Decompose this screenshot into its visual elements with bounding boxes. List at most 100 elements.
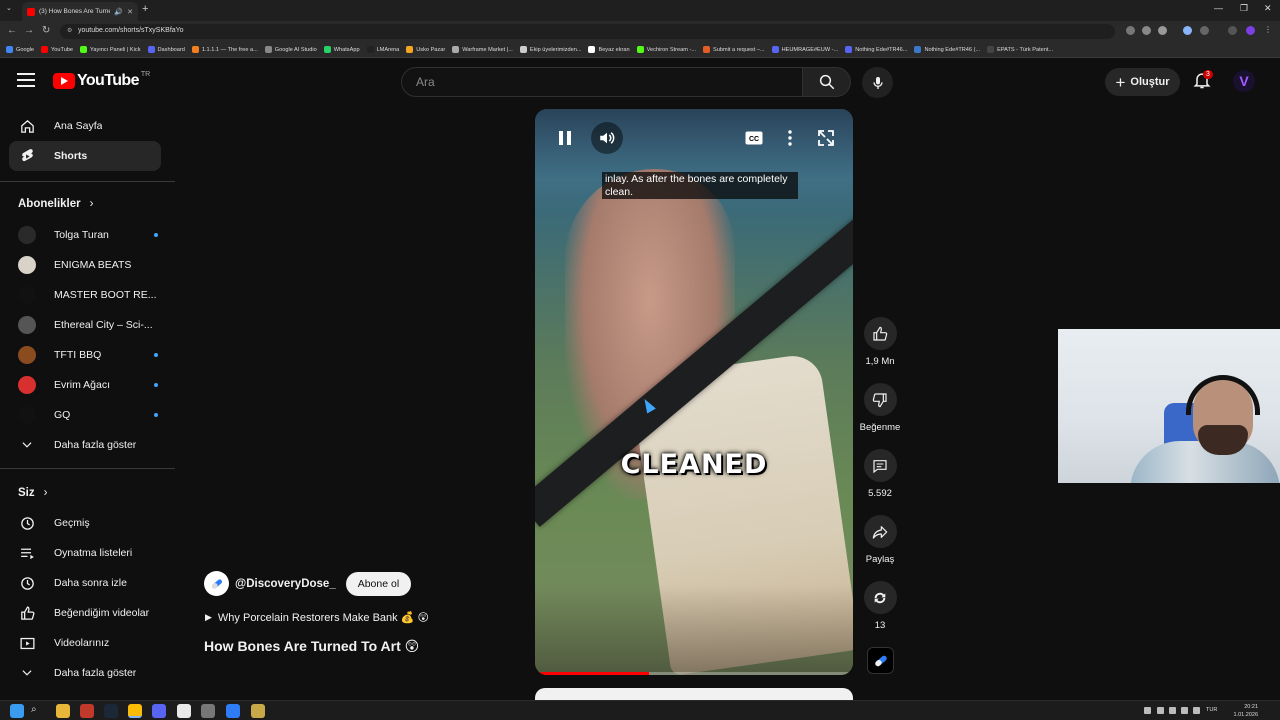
install-app-icon[interactable] <box>1126 26 1135 35</box>
dislike-button[interactable]: Beğenme <box>858 383 902 433</box>
sidebar-subscription-item[interactable]: Evrim Ağacı <box>9 370 161 400</box>
file-explorer-icon[interactable] <box>56 704 70 718</box>
bookmark-item[interactable]: Yayıncı Paneli | Kick <box>80 46 141 53</box>
sidebar-subscription-item[interactable]: TFTI BBQ <box>9 340 161 370</box>
audio-track-button[interactable] <box>867 647 894 674</box>
sidebar-item-your-videos[interactable]: Videolarınız <box>9 628 161 658</box>
sidebar-subscription-item[interactable]: MASTER BOOT RE... <box>9 280 161 310</box>
sidebar-item-liked-videos[interactable]: Beğendiğim videolar <box>9 598 161 628</box>
sidebar-subscription-item[interactable]: Ethereal City – Sci-... <box>9 310 161 340</box>
app-grey-icon[interactable] <box>201 704 215 718</box>
sidebar-item-watch-later[interactable]: Daha sonra izle <box>9 568 161 598</box>
tab-audio-icon[interactable]: 🔊 <box>114 8 123 16</box>
short-title[interactable]: How Bones Are Turned To Art 😲 <box>204 638 419 655</box>
bookmark-item[interactable]: Google AI Studio <box>264 46 317 53</box>
share-button[interactable]: Paylaş <box>858 515 902 565</box>
app-white-icon[interactable] <box>177 704 191 718</box>
app-blue-icon[interactable] <box>226 704 240 718</box>
profile-avatar-icon[interactable] <box>1246 26 1255 35</box>
you-header[interactable]: Siz › <box>18 487 47 499</box>
tray-app-icon[interactable] <box>1157 707 1164 714</box>
channel-avatar[interactable] <box>204 571 229 596</box>
taskbar-search-icon[interactable]: ⌕ <box>31 704 45 718</box>
youtube-logo[interactable]: YouTube TR <box>53 71 150 90</box>
sidebar-item-shorts[interactable]: Shorts <box>9 141 161 171</box>
tray-chevron-icon[interactable] <box>1144 707 1151 714</box>
steam-icon[interactable] <box>104 704 118 718</box>
bookmark-item[interactable]: Google <box>6 46 34 53</box>
guide-menu-button[interactable] <box>17 73 35 89</box>
bookmark-item[interactable]: Ekip üyelerimizden... <box>519 46 581 53</box>
bookmark-item[interactable]: HEUMRAGE#EUW -... <box>771 46 838 53</box>
search-input[interactable] <box>416 75 802 89</box>
extensions-puzzle-icon[interactable] <box>1200 26 1209 35</box>
subscriptions-header[interactable]: Abonelikler › <box>18 198 93 210</box>
tray-app-icon[interactable] <box>1181 707 1188 714</box>
back-icon[interactable]: ← <box>7 25 17 36</box>
chrome-icon[interactable] <box>128 704 142 718</box>
app-gold-icon[interactable] <box>251 704 265 718</box>
bookmark-item[interactable]: Dashboard <box>147 46 185 53</box>
speaker-icon[interactable] <box>1193 707 1200 714</box>
start-menu-icon[interactable] <box>10 704 24 718</box>
subscribe-button[interactable]: Abone ol <box>345 571 412 596</box>
input-language[interactable]: TUR <box>1206 707 1217 713</box>
discord-icon[interactable] <box>152 704 166 718</box>
download-icon[interactable] <box>1228 26 1237 35</box>
app-red-icon[interactable] <box>80 704 94 718</box>
tab-close-icon[interactable]: ✕ <box>127 8 133 16</box>
site-info-icon[interactable]: ⚙ <box>67 27 72 34</box>
network-icon[interactable] <box>1169 707 1176 714</box>
extension-icon[interactable] <box>1183 26 1192 35</box>
channel-name[interactable]: @DiscoveryDose_ <box>235 578 336 590</box>
more-options-button[interactable] <box>774 122 806 154</box>
minimize-button[interactable]: — <box>1214 3 1223 13</box>
close-window-button[interactable]: ✕ <box>1264 3 1272 14</box>
bookmark-item[interactable]: 1.1.1.1 — The free a... <box>191 46 258 53</box>
bookmark-item[interactable]: Vechiron Stream -... <box>636 46 696 53</box>
tab-search-icon[interactable]: ⌄ <box>6 4 12 12</box>
bookmark-item[interactable]: Nothing Ede#TR46 (... <box>914 46 980 53</box>
new-tab-button[interactable]: + <box>142 3 148 15</box>
comments-button[interactable]: 5.592 <box>858 449 902 499</box>
sidebar-item-playlists[interactable]: Oynatma listeleri <box>9 538 161 568</box>
fullscreen-button[interactable] <box>810 122 842 154</box>
bookmark-item[interactable]: Beyaz ekran <box>588 46 630 53</box>
account-avatar[interactable]: V <box>1233 70 1255 92</box>
bookmark-item[interactable]: Nothing Ede#TR46... <box>845 46 907 53</box>
pause-button[interactable] <box>549 122 581 154</box>
sidebar-subscription-item[interactable]: GQ <box>9 400 161 430</box>
sidebar-subscription-item[interactable]: ENIGMA BEATS <box>9 250 161 280</box>
shorts-video-player[interactable]: CC inlay. As after the bones are complet… <box>535 109 853 675</box>
restore-button[interactable]: ❐ <box>1240 3 1248 14</box>
bookmark-item[interactable]: Usko Pazar <box>406 46 445 53</box>
show-more-subscriptions[interactable]: Daha fazla göster <box>9 430 161 460</box>
bookmark-item[interactable]: YouTube <box>41 46 73 53</box>
bookmark-item[interactable]: EPATS - Türk Patent... <box>987 46 1053 53</box>
captions-button[interactable]: CC <box>738 122 770 154</box>
voice-search-button[interactable] <box>862 67 893 98</box>
volume-button[interactable] <box>591 122 623 154</box>
reload-icon[interactable]: ↻ <box>42 25 50 36</box>
search-button[interactable] <box>803 67 851 97</box>
bookmark-item[interactable]: Warframe Market |... <box>452 46 513 53</box>
remix-button[interactable]: 13 <box>858 581 902 631</box>
related-video-link[interactable]: ▶ Why Porcelain Restorers Make Bank 💰 😲 <box>205 611 429 624</box>
bookmark-item[interactable]: Submit a request –... <box>703 46 765 53</box>
video-progress-bar[interactable] <box>535 672 853 675</box>
sidebar-item-home[interactable]: Ana Sayfa <box>9 111 161 141</box>
bookmark-item[interactable]: WhatsApp <box>323 46 360 53</box>
create-button[interactable]: + Oluştur <box>1105 68 1180 96</box>
sidebar-item-history[interactable]: Geçmiş <box>9 508 161 538</box>
bookmark-star-icon[interactable] <box>1158 26 1167 35</box>
clock[interactable]: 20:21 1.01.2026 <box>1226 703 1258 719</box>
address-bar[interactable]: ⚙ youtube.com/shorts/sTxySKBfaYo <box>60 24 1115 39</box>
sidebar-subscription-item[interactable]: Tolga Turan <box>9 220 161 250</box>
show-more-you[interactable]: Daha fazla göster <box>9 658 161 688</box>
browser-menu-icon[interactable]: ⋮ <box>1264 25 1273 34</box>
bookmark-item[interactable]: LMArena <box>366 46 399 53</box>
browser-tab-active[interactable]: (3) How Bones Are Turned 🔊 ✕ <box>22 2 138 21</box>
forward-icon[interactable]: → <box>24 25 34 36</box>
zoom-icon[interactable] <box>1142 26 1151 35</box>
like-button[interactable]: 1,9 Mn <box>858 317 902 367</box>
